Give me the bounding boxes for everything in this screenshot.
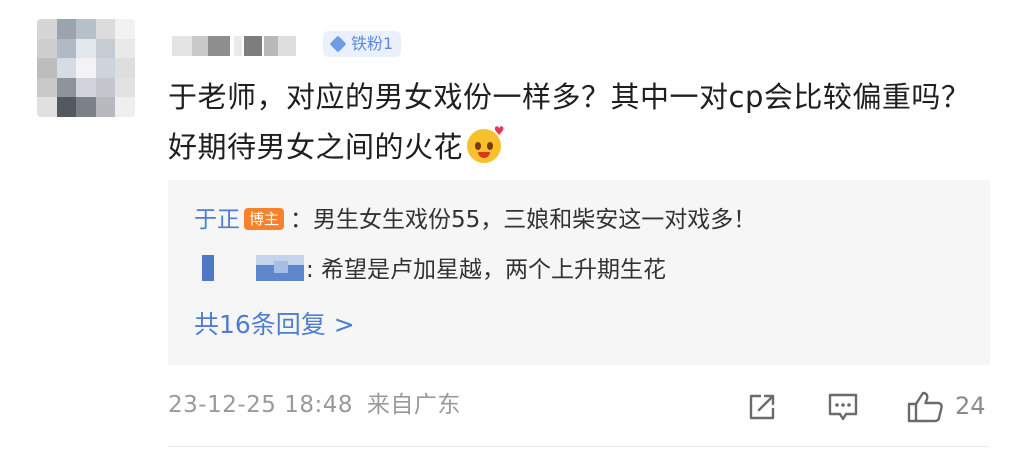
share-icon[interactable] [745, 390, 779, 424]
comment-icon[interactable] [826, 390, 860, 424]
reply-separator: ： [290, 207, 314, 233]
reply-text: 男生女生戏份55，三娘和柴安这一对戏多！ [313, 207, 757, 233]
view-all-replies-link[interactable]: 共16条回复 > [194, 309, 355, 341]
comment-body: 于老师，对应的男女戏份一样多？其中一对cp会比较偏重吗？好期待男女之间的火花 [168, 80, 971, 164]
avatar[interactable] [37, 19, 135, 117]
divider [168, 446, 990, 447]
replies-preview[interactable]: 于正 博主 ：男生女生戏份55，三娘和柴安这一对戏多！ : 希望是卢加星越，两个上升… [168, 180, 990, 365]
comment-time: 23-12-25 18:48 [168, 392, 353, 418]
diamond-icon [329, 35, 347, 53]
fan-badge-label: 铁粉1 [351, 34, 394, 53]
comment-text: 于老师，对应的男女戏份一样多？其中一对cp会比较偏重吗？好期待男女之间的火花 ♥ [168, 72, 988, 172]
reply-author[interactable]: 于正 [194, 207, 240, 233]
fan-badge[interactable]: 铁粉1 [323, 31, 402, 57]
reply-text: 希望是卢加星越，两个上升期生花 [313, 257, 667, 283]
host-tag: 博主 [244, 208, 285, 230]
blush-hearts-emoji-icon: ♥ [467, 125, 505, 163]
like-count[interactable]: 24 [955, 391, 986, 421]
like-icon[interactable] [906, 390, 946, 424]
reply-item[interactable]: : 希望是卢加星越，两个上升期生花 [194, 255, 666, 285]
reply-author-blurred[interactable] [194, 255, 306, 281]
username-blurred[interactable] [172, 36, 300, 56]
comment-location: 来自广东 [366, 392, 461, 418]
reply-item[interactable]: 于正 博主 ：男生女生戏份55，三娘和柴安这一对戏多！ [194, 205, 756, 235]
reply-separator: : [306, 257, 314, 283]
comment-meta: 23-12-25 18:48 来自广东 [168, 390, 461, 420]
